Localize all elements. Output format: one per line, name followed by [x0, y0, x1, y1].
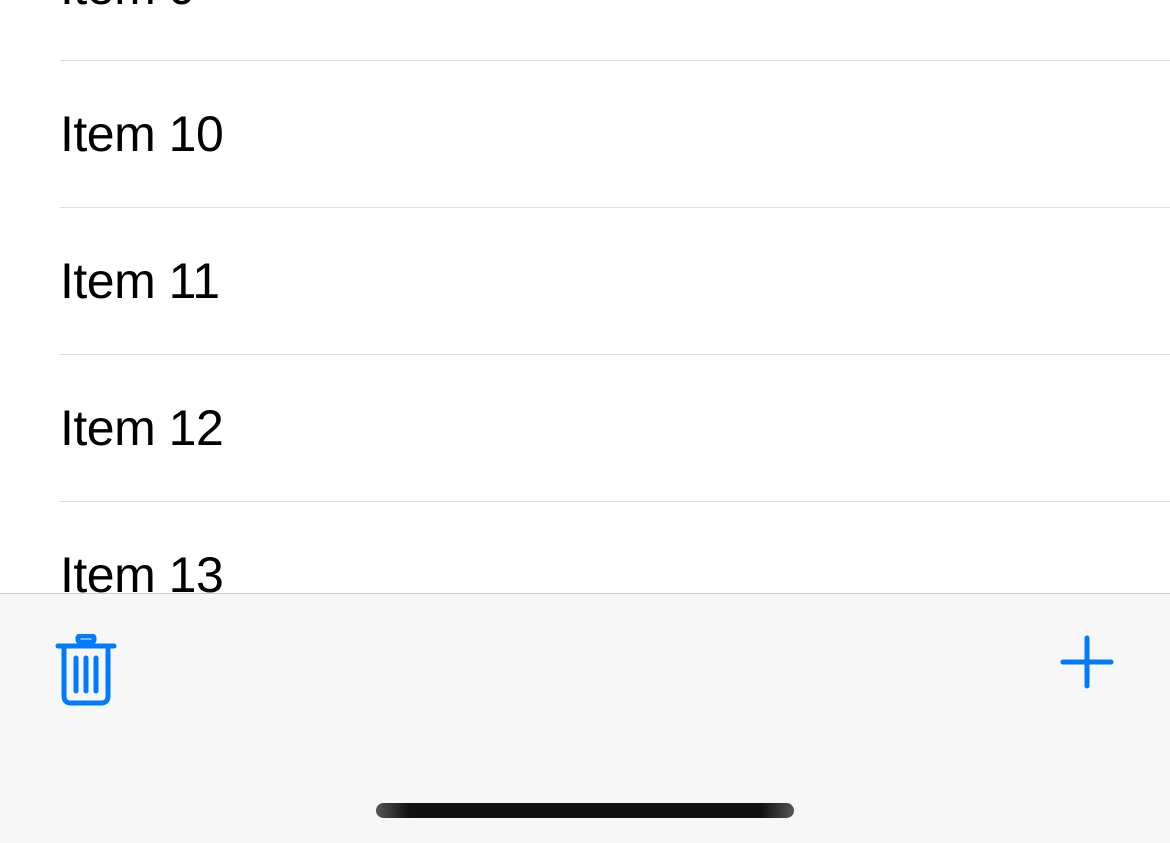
list-item-label: Item 11: [60, 254, 220, 309]
list-item[interactable]: Item 13: [0, 502, 1170, 593]
delete-button[interactable]: [55, 634, 117, 706]
list-item[interactable]: Item 11: [0, 208, 1170, 355]
bottom-toolbar: [0, 593, 1170, 843]
list-item-label: Item 10: [60, 107, 223, 162]
item-list[interactable]: Item 9 Item 10 Item 11 Item 12 Item 13: [0, 0, 1170, 593]
trash-icon: [55, 634, 117, 706]
list-item[interactable]: Item 10: [0, 61, 1170, 208]
list-item-label: Item 13: [60, 548, 223, 593]
add-button[interactable]: [1059, 634, 1115, 690]
list-item[interactable]: Item 9: [0, 0, 1170, 61]
list-item[interactable]: Item 12: [0, 355, 1170, 502]
plus-icon: [1059, 634, 1115, 690]
home-indicator[interactable]: [376, 803, 794, 818]
list-item-label: Item 12: [60, 401, 223, 456]
list-item-label: Item 9: [60, 0, 196, 15]
